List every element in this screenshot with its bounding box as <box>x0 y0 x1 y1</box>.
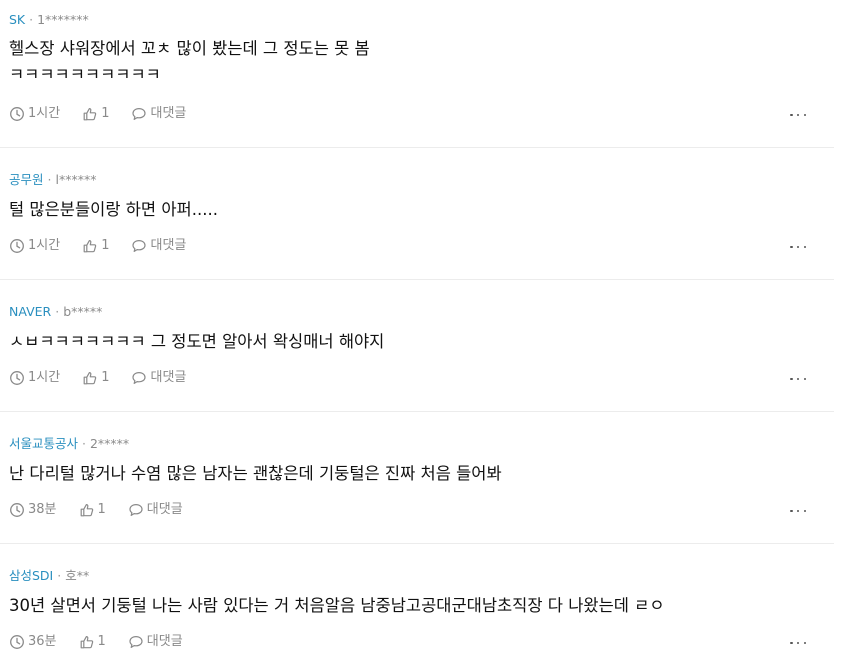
comment-user-id: 2***** <box>89 436 130 451</box>
comment-meta: 서울교통공사 · 2***** <box>9 436 129 452</box>
like-count: 1 <box>101 106 110 121</box>
comment-line: ㅅㅂㅋㅋㅋㅋㅋㅋㅋ 그 정도면 알아서 왁싱매너 해야지 <box>9 332 385 351</box>
more-options-icon[interactable] <box>790 242 806 252</box>
reply-button[interactable]: 대댓글 <box>128 633 183 651</box>
like-button[interactable]: 1 <box>82 237 109 255</box>
thumbs-up-icon <box>82 238 98 254</box>
speech-bubble-icon <box>128 634 144 650</box>
comment-meta: 공무원 · l****** <box>9 172 96 188</box>
more-options-icon[interactable] <box>790 110 806 120</box>
reply-label: 대댓글 <box>150 106 187 121</box>
comment-time-text: 38분 <box>28 502 57 517</box>
comment-line: 헬스장 샤워장에서 꼬ㅊ 많이 봤는데 그 정도는 못 봄 <box>9 39 370 58</box>
comment-actions: 38분 1 대댓글 <box>9 501 183 519</box>
clock-icon <box>9 238 25 254</box>
reply-button[interactable]: 대댓글 <box>131 369 186 387</box>
comment-user-id: 1******* <box>37 12 89 27</box>
like-button[interactable]: 1 <box>82 105 109 123</box>
comment-time: 38분 <box>9 501 57 519</box>
comment-body: 난 다리털 많거나 수염 많은 남자는 괜찮은데 기둥털은 진짜 처음 들어봐 <box>9 461 502 487</box>
like-count: 1 <box>101 370 110 385</box>
comment-actions: 1시간 1 대댓글 <box>9 237 186 255</box>
comment-item: 삼성SDI · 호** 30년 살면서 기둥털 나는 사람 있다는 거 처음알음… <box>0 544 834 664</box>
speech-bubble-icon <box>131 238 147 254</box>
meta-separator: · <box>29 12 34 27</box>
meta-separator: · <box>55 304 60 319</box>
comment-item: NAVER · b***** ㅅㅂㅋㅋㅋㅋㅋㅋㅋ 그 정도면 알아서 왁싱매너 … <box>0 280 834 412</box>
more-options-icon[interactable] <box>790 638 806 648</box>
reply-label: 대댓글 <box>150 370 187 385</box>
like-button[interactable]: 1 <box>82 369 109 387</box>
like-count: 1 <box>97 502 106 517</box>
clock-icon <box>9 106 25 122</box>
more-options-icon[interactable] <box>790 506 806 516</box>
comment-item: 서울교통공사 · 2***** 난 다리털 많거나 수염 많은 남자는 괜찮은데… <box>0 412 834 544</box>
comment-line: 30년 살면서 기둥털 나는 사람 있다는 거 처음알음 남중남고공대군대남초직… <box>9 596 665 615</box>
comment-time-text: 1시간 <box>28 106 61 121</box>
comment-body: 헬스장 샤워장에서 꼬ㅊ 많이 봤는데 그 정도는 못 봄 ㅋㅋㅋㅋㅋㅋㅋㅋㅋㅋ <box>9 36 370 88</box>
speech-bubble-icon <box>128 502 144 518</box>
comment-line: 털 많은분들이랑 하면 아퍼..... <box>9 200 218 219</box>
comment-time: 1시간 <box>9 369 60 387</box>
comment-author[interactable]: 공무원 <box>9 172 44 187</box>
comment-time: 36분 <box>9 633 57 651</box>
comment-time: 1시간 <box>9 105 60 123</box>
like-button[interactable]: 1 <box>79 633 106 651</box>
clock-icon <box>9 502 25 518</box>
thumbs-up-icon <box>79 634 95 650</box>
reply-button[interactable]: 대댓글 <box>131 237 186 255</box>
speech-bubble-icon <box>131 370 147 386</box>
comment-line: ㅋㅋㅋㅋㅋㅋㅋㅋㅋㅋ <box>9 65 161 84</box>
reply-button[interactable]: 대댓글 <box>128 501 183 519</box>
thumbs-up-icon <box>82 370 98 386</box>
thumbs-up-icon <box>82 106 98 122</box>
speech-bubble-icon <box>131 106 147 122</box>
comment-meta: SK · 1******* <box>9 12 89 28</box>
reply-label: 대댓글 <box>150 238 187 253</box>
comment-line: 난 다리털 많거나 수염 많은 남자는 괜찮은데 기둥털은 진짜 처음 들어봐 <box>9 464 502 483</box>
comment-meta: 삼성SDI · 호** <box>9 568 89 584</box>
like-count: 1 <box>101 238 110 253</box>
thumbs-up-icon <box>79 502 95 518</box>
comment-actions: 36분 1 대댓글 <box>9 633 183 651</box>
reply-label: 대댓글 <box>146 502 183 517</box>
comment-user-id: 호** <box>65 568 90 583</box>
like-count: 1 <box>97 634 106 649</box>
more-options-icon[interactable] <box>790 374 806 384</box>
comment-body: ㅅㅂㅋㅋㅋㅋㅋㅋㅋ 그 정도면 알아서 왁싱매너 해야지 <box>9 329 384 355</box>
comment-author[interactable]: 서울교통공사 <box>9 436 78 451</box>
comment-time-text: 1시간 <box>28 370 61 385</box>
comment-user-id: l****** <box>55 172 97 187</box>
like-button[interactable]: 1 <box>79 501 106 519</box>
comment-author[interactable]: SK <box>9 12 25 27</box>
reply-button[interactable]: 대댓글 <box>131 105 186 123</box>
comment-time-text: 36분 <box>28 634 57 649</box>
comment-actions: 1시간 1 대댓글 <box>9 369 186 387</box>
meta-separator: · <box>82 436 86 451</box>
comment-user-id: b***** <box>63 304 103 319</box>
comment-author[interactable]: NAVER <box>9 304 51 319</box>
comment-time: 1시간 <box>9 237 60 255</box>
meta-separator: · <box>57 568 62 583</box>
comment-item: SK · 1******* 헬스장 샤워장에서 꼬ㅊ 많이 봤는데 그 정도는 … <box>0 0 834 148</box>
comment-author[interactable]: 삼성SDI <box>9 568 53 583</box>
clock-icon <box>9 634 25 650</box>
reply-label: 대댓글 <box>146 634 183 649</box>
comment-meta: NAVER · b***** <box>9 304 102 320</box>
comment-body: 30년 살면서 기둥털 나는 사람 있다는 거 처음알음 남중남고공대군대남초직… <box>9 593 665 619</box>
comment-time-text: 1시간 <box>28 238 61 253</box>
comment-list: SK · 1******* 헬스장 샤워장에서 꼬ㅊ 많이 봤는데 그 정도는 … <box>0 0 834 664</box>
meta-separator: · <box>47 172 52 187</box>
comment-body: 털 많은분들이랑 하면 아퍼..... <box>9 197 218 223</box>
comment-item: 공무원 · l****** 털 많은분들이랑 하면 아퍼..... 1시간 1 <box>0 148 834 280</box>
comment-actions: 1시간 1 대댓글 <box>9 105 186 123</box>
clock-icon <box>9 370 25 386</box>
